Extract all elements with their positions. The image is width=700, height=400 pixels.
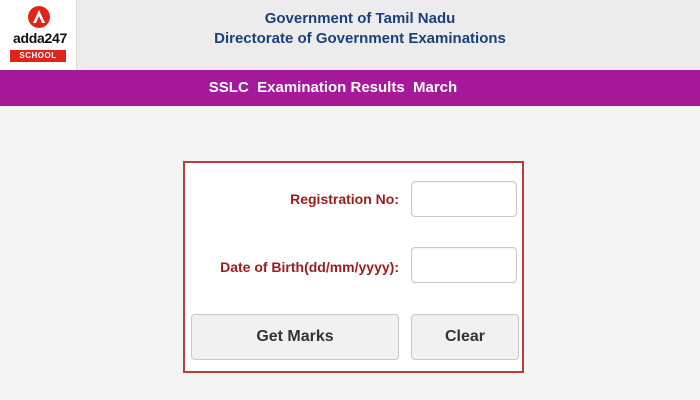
results-form: Registration No: Date of Birth(dd/mm/yyy… [183,161,524,373]
clear-button[interactable]: Clear [411,314,519,360]
directorate-title: Directorate of Government Examinations [214,30,506,47]
logo-school-tag: SCHOOL [10,50,66,62]
get-marks-button[interactable]: Get Marks [191,314,399,360]
banner-title: SSLC Examination Results March [208,79,458,96]
dob-label: Date of Birth(dd/mm/yyyy): [220,259,399,275]
dob-input[interactable] [411,247,517,283]
adda247-school-logo[interactable]: adda247 SCHOOL [0,0,77,70]
registration-input[interactable] [411,181,517,217]
government-title: Government of Tamil Nadu [264,10,456,27]
logo-brand-text: adda247 [13,30,67,46]
page-title: Government of Tamil Nadu Directorate of … [150,9,570,49]
registration-label: Registration No: [290,191,399,207]
adda-emblem-icon [28,6,50,28]
header-bar: adda247 SCHOOL Government of Tamil Nadu … [0,0,700,70]
results-banner: SSLC Examination Results March [0,70,700,106]
